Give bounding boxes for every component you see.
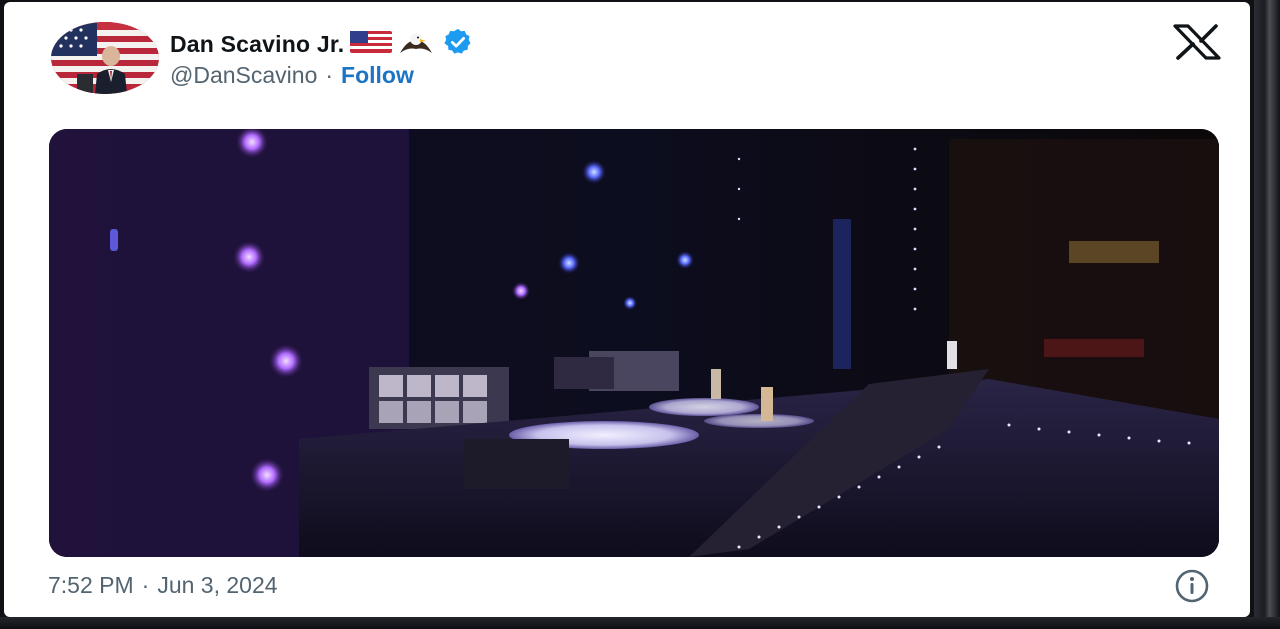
info-icon[interactable] xyxy=(1174,568,1210,604)
timestamp[interactable]: 7:52 PM · Jun 3, 2024 xyxy=(48,569,278,601)
us-flag-icon xyxy=(350,30,393,58)
user-handle[interactable]: @DanScavino xyxy=(170,62,317,89)
tweet-video[interactable] xyxy=(49,129,1219,557)
window-edge xyxy=(1254,0,1280,629)
separator-dot: · xyxy=(325,61,334,88)
avatar[interactable] xyxy=(51,22,159,94)
eagle-icon xyxy=(398,27,434,62)
x-logo-icon[interactable] xyxy=(1172,24,1222,60)
timestamp-separator: · xyxy=(141,571,150,598)
display-name[interactable]: Dan Scavino Jr. xyxy=(170,31,344,58)
name-row: Dan Scavino Jr. xyxy=(170,28,476,60)
follow-button[interactable]: Follow xyxy=(341,62,414,89)
tweet-time: 7:52 PM xyxy=(48,571,134,598)
handle-row: @DanScavino · Follow xyxy=(170,60,414,90)
tweet-date: Jun 3, 2024 xyxy=(157,571,278,598)
verified-badge-icon xyxy=(440,27,476,62)
screenshot-frame: Dan Scavino Jr. @DanScavino · Follow 7:5… xyxy=(0,0,1280,629)
window-bottom-edge xyxy=(0,617,1280,629)
